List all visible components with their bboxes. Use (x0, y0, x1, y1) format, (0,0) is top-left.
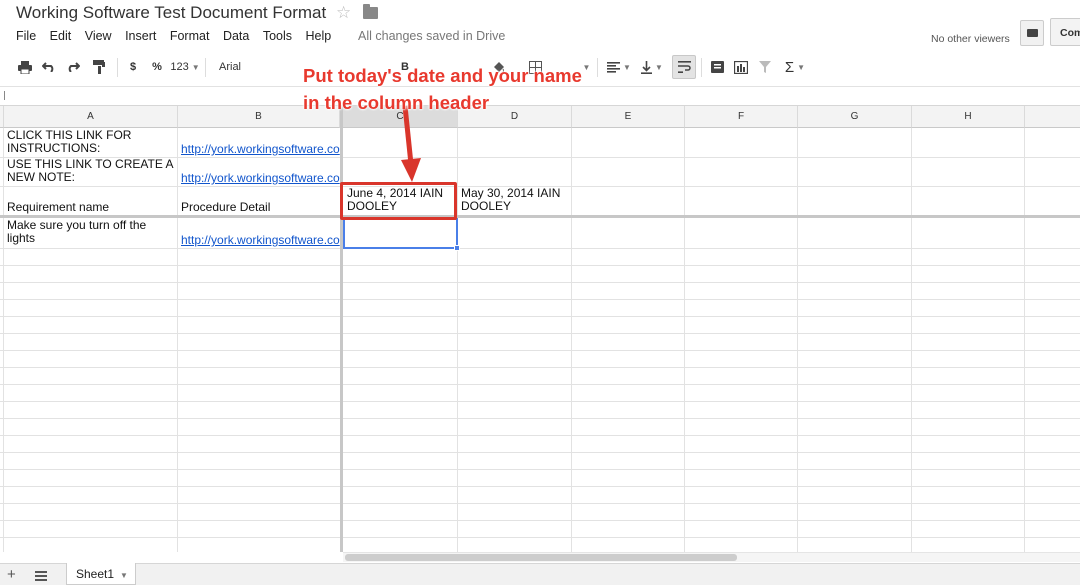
toolbar-divider (205, 58, 206, 77)
menu-help[interactable]: Help (306, 29, 332, 45)
spreadsheet-grid[interactable]: A B C D E F G H CLICK THIS LINK FOR INST… (0, 106, 1080, 552)
currency-format-button[interactable]: $ (122, 52, 144, 82)
wrap-text-icon[interactable] (672, 55, 696, 79)
percent-format-button[interactable]: % (146, 52, 168, 82)
folder-icon[interactable] (363, 4, 378, 19)
column-header-g[interactable]: G (798, 106, 912, 128)
cell-d3[interactable]: May 30, 2014 IAIN DOOLEY (458, 187, 571, 215)
chevron-down-icon: ▼ (797, 62, 806, 72)
viewers-status: No other viewers (931, 33, 1010, 45)
chevron-down-icon: ▼ (655, 62, 663, 72)
star-icon[interactable]: ☆ (336, 3, 351, 23)
insert-chart-icon[interactable] (730, 52, 752, 82)
sheet-tab-label: Sheet1 (76, 567, 115, 581)
cell-a2[interactable]: USE THIS LINK TO CREATE A NEW NOTE: (4, 158, 176, 186)
font-family-dropdown[interactable]: Arial (212, 52, 302, 82)
number-format-label: 123 (170, 61, 189, 73)
cell-a4[interactable]: Make sure you turn off the lights (4, 219, 176, 248)
comment-icon[interactable] (706, 52, 728, 82)
redo-icon[interactable] (62, 52, 84, 82)
cell-b3[interactable]: Procedure Detail (178, 201, 340, 215)
sheet-tabs-bar (0, 563, 1080, 585)
menu-tools[interactable]: Tools (263, 29, 292, 45)
column-header-f[interactable]: F (685, 106, 798, 128)
menu-edit[interactable]: Edit (50, 29, 72, 45)
column-header-a[interactable]: A (4, 106, 178, 128)
menu-bar: File Edit View Insert Format Data Tools … (16, 29, 345, 45)
cell-b1-link[interactable]: http://york.workingsoftware.co (178, 143, 340, 157)
chevron-down-icon: ▼ (191, 62, 200, 72)
sheet-tab[interactable]: Sheet1 ▼ (66, 563, 136, 585)
column-header-i[interactable] (1025, 106, 1080, 128)
menu-file[interactable]: File (16, 29, 36, 45)
cell-b4-link[interactable]: http://york.workingsoftware.co (178, 234, 340, 248)
chevron-down-icon: ▼ (623, 62, 631, 72)
cell-b2-link[interactable]: http://york.workingsoftware.co (178, 172, 340, 186)
horizontal-align-icon[interactable]: ▼ (604, 52, 634, 82)
menu-insert[interactable]: Insert (125, 29, 156, 45)
cell-a1[interactable]: CLICK THIS LINK FOR INSTRUCTIONS: (4, 129, 176, 157)
horizontal-scroll-thumb[interactable] (345, 554, 737, 561)
fill-handle[interactable] (454, 245, 460, 251)
filter-icon[interactable] (754, 52, 776, 82)
active-cell-c4[interactable] (343, 218, 458, 249)
paint-format-icon[interactable] (88, 52, 110, 82)
formula-bar-cursor (4, 91, 5, 100)
toolbar-divider (701, 58, 702, 77)
document-title[interactable]: Working Software Test Document Format (16, 3, 326, 23)
save-status[interactable]: All changes saved in Drive (358, 29, 505, 43)
annotation-text: Put today's date and your name in the co… (303, 65, 582, 113)
number-format-dropdown[interactable]: 123 ▼ (170, 52, 200, 82)
print-icon[interactable] (14, 52, 36, 82)
sum-icon: Σ (784, 58, 795, 76)
menu-view[interactable]: View (85, 29, 112, 45)
column-header-h[interactable]: H (912, 106, 1025, 128)
add-sheet-icon[interactable]: + (7, 566, 16, 583)
comments-share-button[interactable]: Com (1050, 18, 1080, 46)
chevron-down-icon[interactable]: ▼ (120, 571, 128, 580)
menu-format[interactable]: Format (170, 29, 210, 45)
vertical-align-icon[interactable]: ▼ (637, 52, 667, 82)
undo-icon[interactable] (38, 52, 60, 82)
cell-a3[interactable]: Requirement name (4, 201, 176, 215)
comments-button[interactable] (1020, 20, 1044, 46)
font-family-label: Arial (219, 61, 242, 73)
annotation-arrow (401, 105, 421, 182)
toolbar-divider (117, 58, 118, 77)
menu-data[interactable]: Data (223, 29, 249, 45)
sheet-list-icon[interactable] (35, 571, 47, 581)
functions-dropdown[interactable]: Σ ▼ (780, 52, 810, 82)
annotation-highlight-box (340, 182, 457, 220)
